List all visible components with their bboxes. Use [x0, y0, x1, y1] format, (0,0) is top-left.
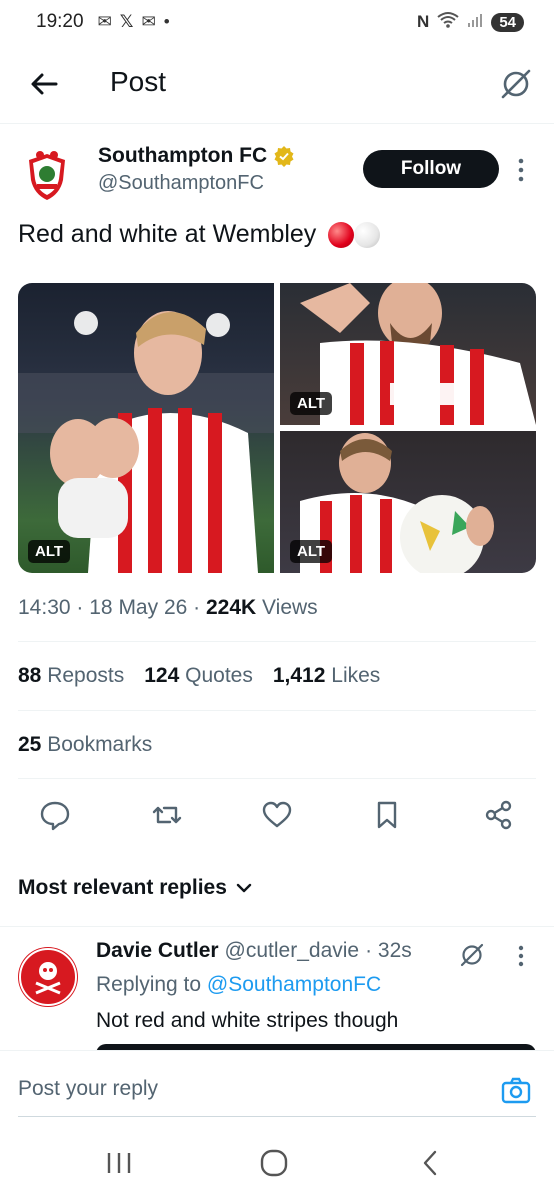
reposts-count: 88 [18, 664, 42, 687]
mail-icon: ✉ [97, 12, 112, 31]
bookmarks-count: 25 [18, 733, 42, 756]
replying-to: Replying to @SouthamptonFC [96, 973, 381, 997]
wifi-icon [437, 11, 459, 34]
reply-text: Not red and white stripes though [96, 1009, 399, 1032]
nfc-icon: N [417, 12, 430, 31]
author-name[interactable]: Southampton FC [98, 144, 295, 168]
like-heart-icon[interactable] [260, 798, 294, 832]
top-bar: Post [0, 48, 554, 124]
media-grid: ALT ALT ALT [18, 283, 536, 573]
notification-dot: • [163, 12, 170, 31]
red-circle-emoji [328, 221, 355, 248]
bookmarks-label: Bookmarks [47, 733, 153, 756]
skull-logo-avatar [19, 948, 77, 1006]
reply-avatar[interactable] [18, 947, 78, 1007]
replying-handle-link[interactable]: @SouthamptonFC [207, 973, 381, 996]
meta-separator: · [193, 596, 201, 619]
reposts-stat[interactable]: 88 Reposts [18, 664, 124, 688]
views-count: 224K [206, 596, 257, 619]
status-bar: 19:20 ✉ 𝕏 ✉ • N 54 [0, 0, 554, 44]
grok-icon[interactable] [498, 66, 534, 102]
engagement-stats: 88 Reposts 124 Quotes 1,412 Likes [18, 664, 380, 688]
verified-badge-icon[interactable] [273, 145, 295, 167]
quotes-count: 124 [144, 664, 180, 687]
chevron-down-icon [236, 883, 252, 893]
media-photo-1[interactable]: ALT [18, 283, 274, 573]
more-options-icon[interactable] [514, 943, 528, 969]
replies-sort-label: Most relevant replies [18, 876, 227, 899]
reply-time: · 32s [365, 939, 412, 962]
photo-player-applauding [18, 311, 274, 573]
home-icon[interactable] [259, 1148, 289, 1178]
reply-author-handle[interactable]: @cutler_davie [225, 939, 360, 963]
composer-underline [18, 1116, 536, 1117]
quotes-label: Quotes [185, 664, 253, 687]
x-icon: 𝕏 [119, 12, 134, 31]
replying-prefix: Replying to [96, 973, 202, 996]
back-nav-icon[interactable] [416, 1148, 446, 1178]
author-block: Southampton FC @SouthamptonFC [98, 144, 295, 195]
reply-author-name[interactable]: Davie Cutler [96, 939, 219, 963]
likes-stat[interactable]: 1,412 Likes [273, 664, 380, 688]
grok-icon[interactable] [458, 941, 486, 969]
post-text: Red and white at Wembley [18, 220, 381, 249]
views-label: Views [262, 596, 318, 619]
reply-input[interactable]: Post your reply [18, 1077, 158, 1101]
author-name-text: Southampton FC [98, 144, 268, 167]
action-bar [0, 798, 554, 838]
battery-indicator: 54 [491, 12, 524, 32]
reposts-label: Reposts [47, 664, 125, 687]
reply-composer: Post your reply [0, 1050, 554, 1116]
divider [18, 710, 536, 711]
share-icon[interactable] [482, 798, 516, 832]
meta-separator: · [76, 596, 84, 619]
post-date[interactable]: 18 May 26 [89, 596, 187, 619]
divider [18, 778, 536, 779]
reply-header: Davie Cutler @cutler_davie · 32s [96, 939, 412, 963]
alt-badge[interactable]: ALT [28, 540, 71, 563]
more-options-icon[interactable] [514, 156, 528, 184]
reply-icon[interactable] [38, 798, 72, 832]
author-handle[interactable]: @SouthamptonFC [98, 172, 295, 195]
media-photo-3[interactable]: ALT [280, 431, 536, 573]
replies-sort-dropdown[interactable]: Most relevant replies [18, 876, 253, 900]
likes-count: 1,412 [272, 664, 326, 687]
status-time: 19:20 [36, 11, 84, 32]
divider [18, 641, 536, 642]
bookmarks-stat[interactable]: 25 Bookmarks [18, 733, 152, 757]
media-photo-2[interactable]: ALT [280, 283, 536, 425]
post-time[interactable]: 14:30 [18, 596, 71, 619]
bookmark-icon[interactable] [370, 798, 404, 832]
signal-icon [467, 12, 483, 33]
likes-label: Likes [331, 664, 381, 687]
post-text-body: Red and white at Wembley [18, 220, 317, 248]
repost-icon[interactable] [150, 798, 184, 832]
back-arrow-icon[interactable] [26, 66, 62, 102]
southampton-crest-avatar[interactable] [18, 146, 76, 204]
recent-apps-icon[interactable] [104, 1148, 134, 1178]
page-title: Post [110, 66, 167, 97]
alt-badge[interactable]: ALT [290, 392, 333, 415]
white-circle-emoji [354, 221, 381, 248]
camera-icon[interactable] [500, 1075, 532, 1107]
system-nav-bar [0, 1130, 554, 1200]
follow-button[interactable]: Follow [363, 150, 499, 188]
reply-item[interactable]: Davie Cutler @cutler_davie · 32s Replyin… [0, 926, 554, 1052]
post-meta: 14:30 · 18 May 26 · 224K Views [18, 596, 318, 620]
mail-icon: ✉ [141, 12, 156, 31]
alt-badge[interactable]: ALT [290, 540, 333, 563]
quotes-stat[interactable]: 124 Quotes [144, 664, 253, 688]
